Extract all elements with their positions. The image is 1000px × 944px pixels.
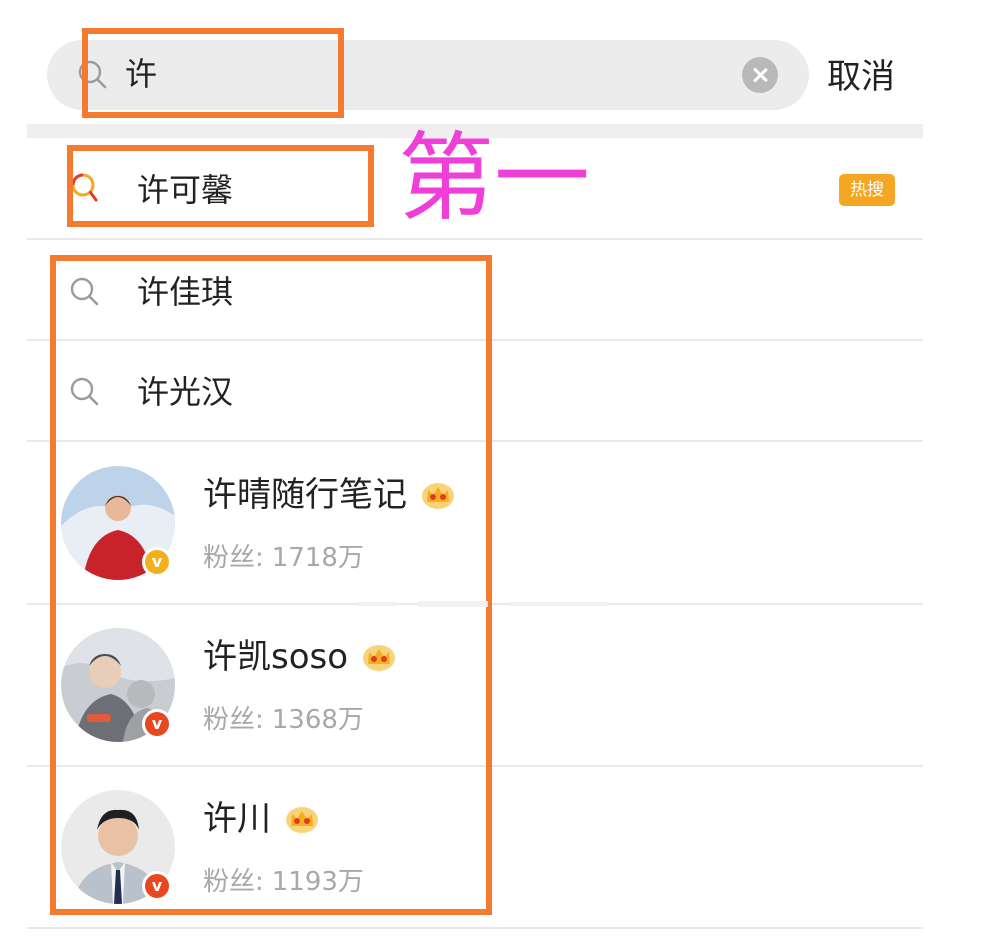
verified-badge-icon: v <box>142 871 172 901</box>
annotation-label: 第一 <box>398 122 590 234</box>
verified-badge-icon: v <box>142 709 172 739</box>
cancel-button[interactable]: 取消 <box>827 55 895 99</box>
user-name: 许川 <box>203 796 319 842</box>
hot-badge: 热搜 <box>839 174 895 206</box>
suggestion-text: 许可馨 <box>137 171 234 209</box>
user-name: 许晴随行笔记 <box>203 472 455 518</box>
fans-value: 1718万 <box>271 543 364 573</box>
search-input[interactable]: 许 <box>125 52 157 96</box>
hot-search-icon <box>71 173 98 202</box>
suggestion-text: 许光汉 <box>137 373 234 411</box>
fans-count: 粉丝: 1368万 <box>203 702 364 738</box>
fans-label: 粉丝: <box>203 867 264 897</box>
crown-icon <box>286 807 318 833</box>
fans-label: 粉丝: <box>203 705 264 735</box>
verified-badge-icon: v <box>142 547 172 577</box>
divider <box>27 765 923 767</box>
clear-icon[interactable] <box>742 57 778 93</box>
crown-icon <box>363 645 396 671</box>
divider <box>27 927 923 929</box>
render-glitch <box>358 601 608 607</box>
user-name: 许凯soso <box>203 634 396 680</box>
search-icon <box>70 277 99 306</box>
search-bar[interactable] <box>47 40 809 110</box>
search-icon <box>70 377 99 406</box>
divider <box>27 440 923 442</box>
fans-label: 粉丝: <box>203 543 264 573</box>
divider <box>27 238 923 240</box>
fans-count: 粉丝: 1193万 <box>203 864 364 900</box>
search-icon <box>78 60 107 89</box>
user-name-text: 许凯soso <box>203 637 349 677</box>
divider <box>27 339 923 341</box>
crown-icon <box>422 483 454 509</box>
suggestion-text: 许佳琪 <box>137 273 234 311</box>
user-name-text: 许川 <box>203 799 271 839</box>
fans-count: 粉丝: 1718万 <box>203 540 364 576</box>
fans-value: 1368万 <box>271 705 364 735</box>
user-name-text: 许晴随行笔记 <box>203 475 407 515</box>
fans-value: 1193万 <box>271 867 364 897</box>
